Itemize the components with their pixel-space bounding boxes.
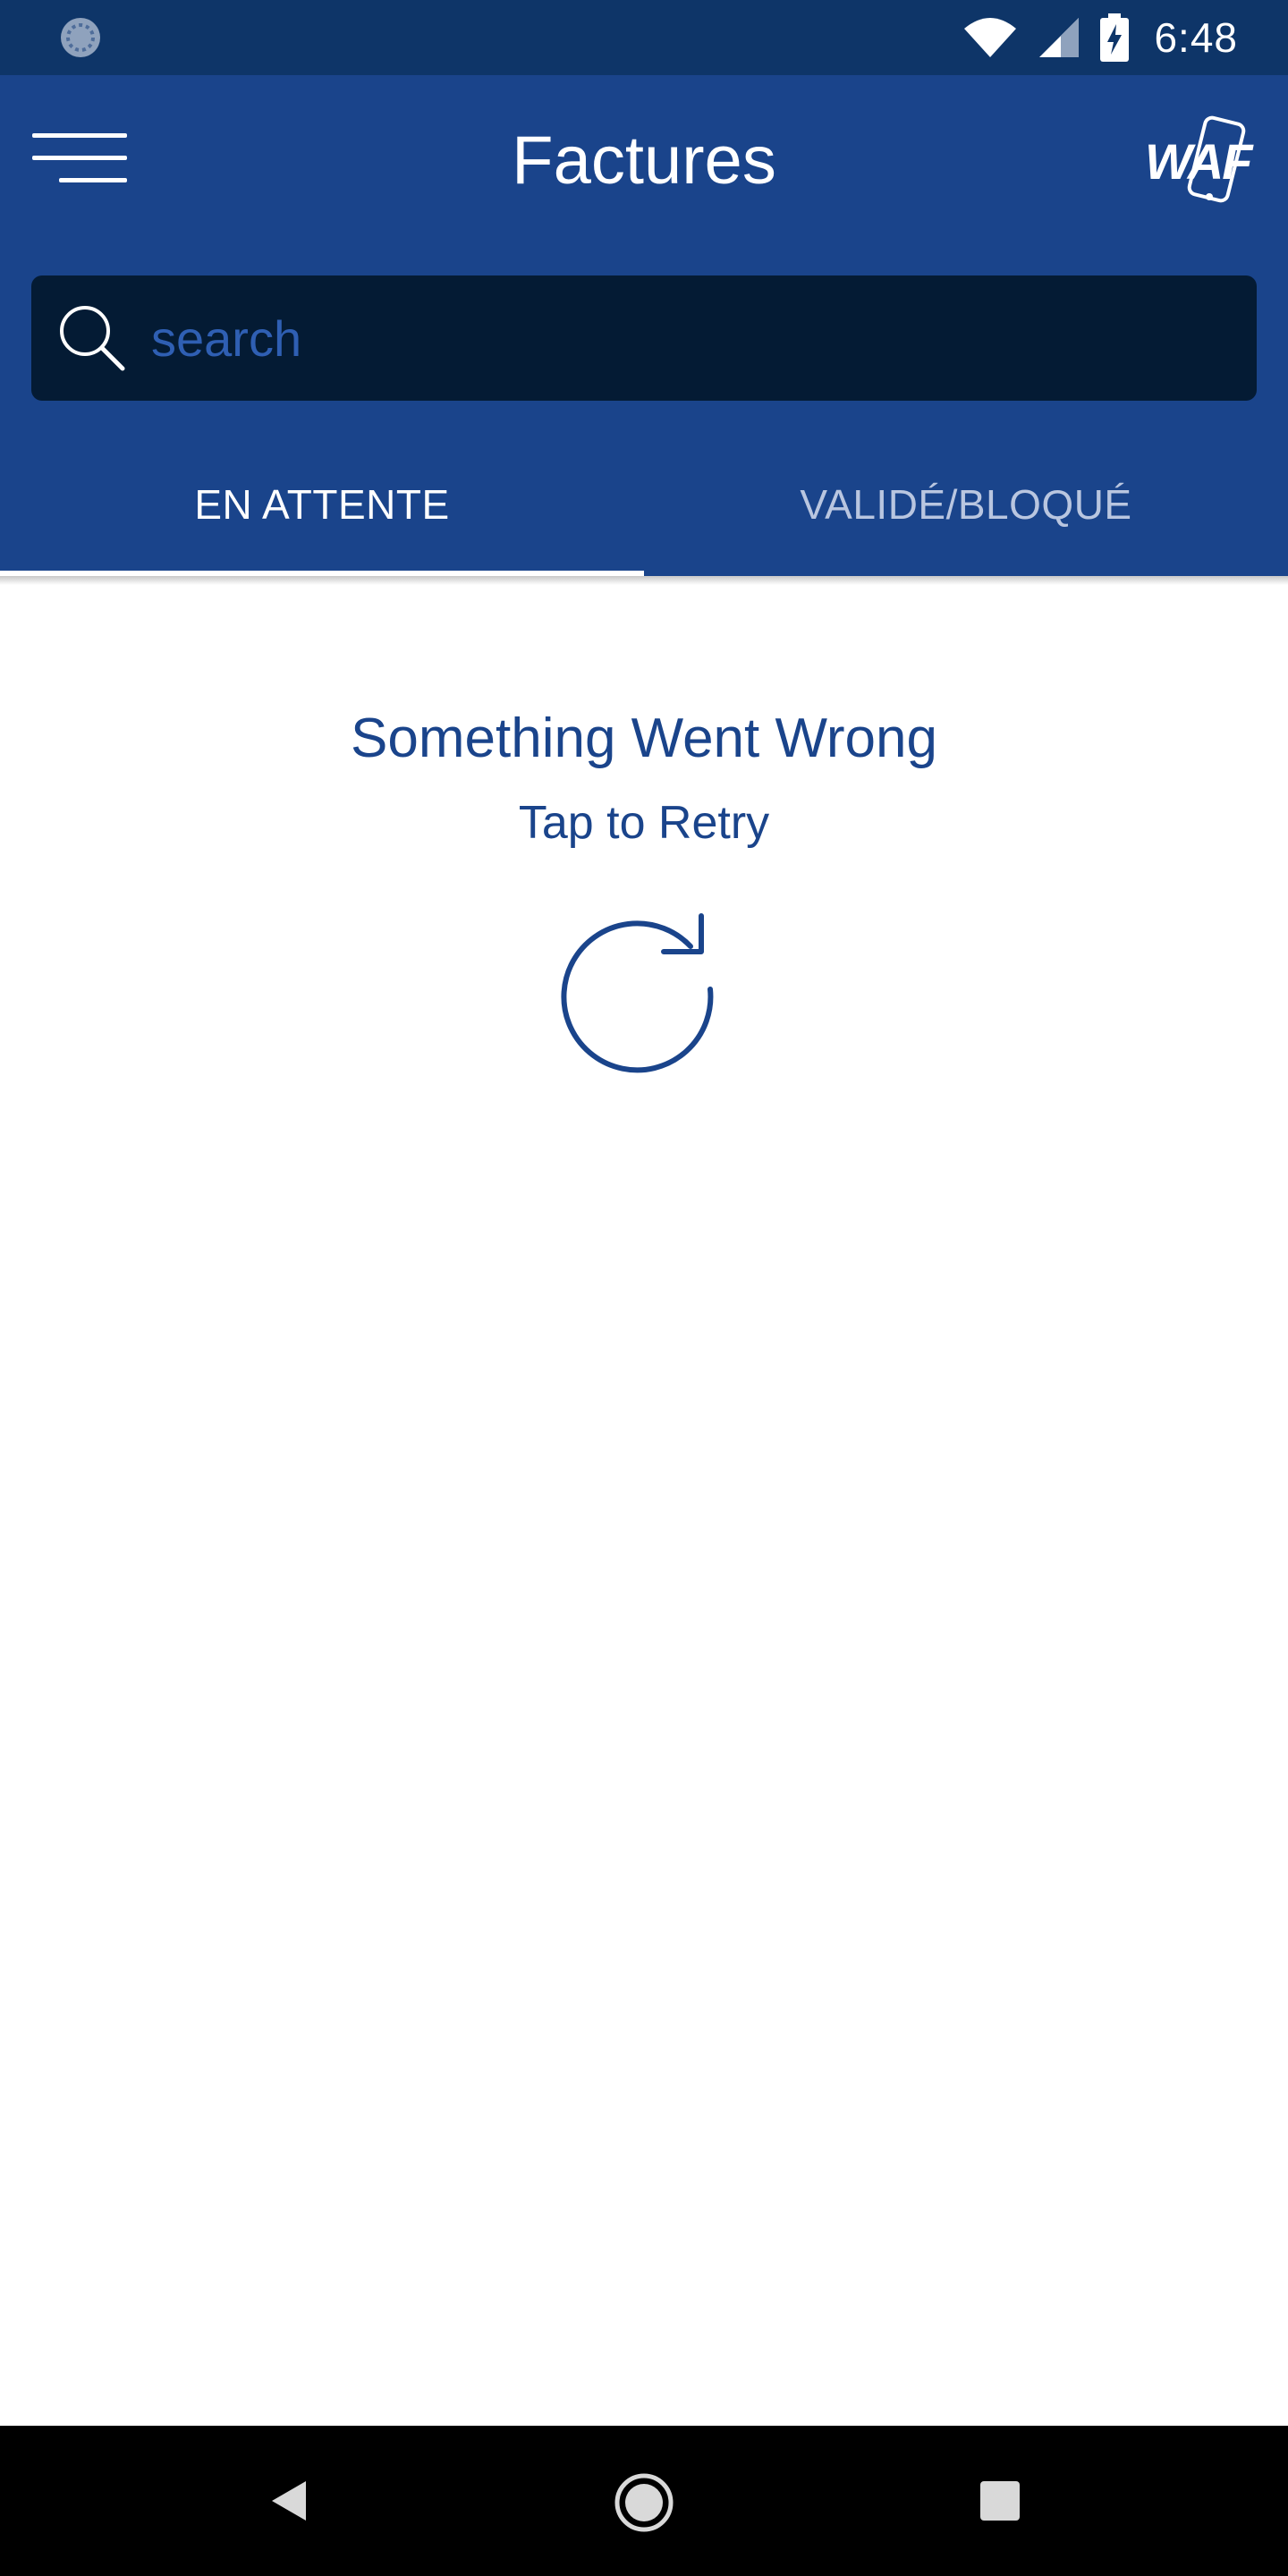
wifi-icon (964, 18, 1017, 57)
sync-notification-icon (61, 18, 100, 57)
page: 6:48 Factures WAF search EN ATTENTE VALI… (0, 0, 1288, 2576)
recents-square-icon[interactable] (980, 2481, 1020, 2521)
app-bar-shadow (0, 576, 1288, 585)
page-title: Factures (512, 123, 776, 199)
toolbar: Factures WAF (0, 75, 1288, 254)
error-title: Something Went Wrong (351, 708, 937, 769)
tab-bar: EN ATTENTE VALIDÉ/BLOQUÉ (0, 433, 1288, 578)
tab-label: EN ATTENTE (194, 481, 450, 528)
status-left (57, 14, 104, 61)
battery-charging-icon (1100, 13, 1130, 62)
tab-label: VALIDÉ/BLOQUÉ (800, 481, 1132, 528)
app-bar: Factures WAF EN ATTENTE VALIDÉ/BLOQUÉ (0, 75, 1288, 578)
status-bar: 6:48 (0, 0, 1288, 75)
search-input[interactable] (151, 309, 1207, 368)
retry-button[interactable]: Tap to Retry (0, 796, 1288, 850)
waf-logo: WAF (1145, 115, 1256, 203)
status-right: 6:48 (962, 13, 1238, 62)
refresh-icon[interactable] (558, 912, 730, 1084)
search-icon (60, 306, 125, 371)
system-nav-bar (0, 2426, 1288, 2576)
signal-icon (1039, 18, 1080, 57)
svg-text:WAF: WAF (1145, 133, 1254, 190)
back-triangle-icon[interactable] (263, 2472, 320, 2529)
home-circle-icon[interactable] (614, 2472, 674, 2533)
search-bar[interactable] (31, 275, 1257, 401)
tab-valide-bloque[interactable]: VALIDÉ/BLOQUÉ (644, 433, 1288, 576)
status-time: 6:48 (1154, 14, 1238, 61)
tab-en-attente[interactable]: EN ATTENTE (0, 433, 644, 578)
